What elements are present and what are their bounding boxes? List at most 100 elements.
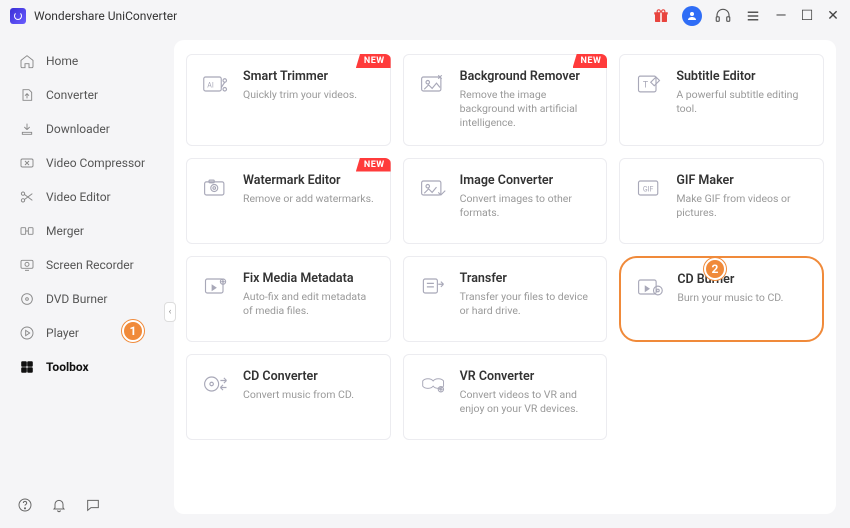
converter-icon xyxy=(18,86,36,104)
tools-panel: NEW AI Smart Trimmer Quickly trim your vide… xyxy=(174,40,836,514)
merge-icon xyxy=(18,222,36,240)
help-icon[interactable] xyxy=(16,496,34,514)
tool-icon: GIF xyxy=(634,173,664,203)
toolbox-icon xyxy=(18,358,36,376)
menu-icon[interactable] xyxy=(744,7,762,25)
tool-title: Watermark Editor xyxy=(243,173,378,188)
sidebar-item-label: Downloader xyxy=(46,122,110,136)
tool-desc: Quickly trim your videos. xyxy=(243,88,378,102)
tool-icon xyxy=(418,69,448,99)
sidebar-item-label: Merger xyxy=(46,224,84,238)
tool-desc: Make GIF from videos or pictures. xyxy=(676,192,811,220)
tool-card-gif-maker[interactable]: GIF GIF Maker Make GIF from videos or pict… xyxy=(619,158,824,244)
headset-icon[interactable] xyxy=(714,7,732,25)
tool-title: Fix Media Metadata xyxy=(243,271,378,286)
sidebar-item-label: Video Compressor xyxy=(46,156,145,170)
record-icon xyxy=(18,256,36,274)
sidebar-item-screen-recorder[interactable]: Screen Recorder xyxy=(4,249,166,281)
tool-desc: Convert videos to VR and enjoy on your V… xyxy=(460,388,595,416)
tool-icon xyxy=(201,271,231,301)
new-badge: NEW xyxy=(356,54,391,68)
sidebar-bottom xyxy=(0,496,170,520)
main-area: NEW AI Smart Trimmer Quickly trim your vide… xyxy=(170,32,850,528)
tool-icon: T xyxy=(634,69,664,99)
tool-card-cd-converter[interactable]: CD Converter Convert music from CD. xyxy=(186,354,391,440)
tool-card-smart-trimmer[interactable]: NEW AI Smart Trimmer Quickly trim your vide… xyxy=(186,54,391,146)
tool-card-vr-converter[interactable]: VR Converter Convert videos to VR and enj… xyxy=(403,354,608,440)
tool-title: Transfer xyxy=(460,271,595,286)
tool-title: CD Converter xyxy=(243,369,378,384)
sidebar-item-toolbox[interactable]: Toolbox xyxy=(4,351,166,383)
tool-title: Background Remover xyxy=(460,69,595,84)
download-icon xyxy=(18,120,36,138)
sidebar-item-label: Toolbox xyxy=(46,360,89,374)
sidebar-item-video-editor[interactable]: Video Editor xyxy=(4,181,166,213)
sidebar-item-label: Home xyxy=(46,54,78,68)
titlebar-right: — ☐ ✕ xyxy=(652,6,840,26)
tool-icon xyxy=(418,369,448,399)
play-icon xyxy=(18,324,36,342)
sidebar-item-downloader[interactable]: Downloader xyxy=(4,113,166,145)
sidebar-item-label: Player xyxy=(46,326,79,340)
tool-card-subtitle-editor[interactable]: T Subtitle Editor A powerful subtitle edit… xyxy=(619,54,824,146)
tool-title: CD Burner xyxy=(677,272,810,287)
window-close-button[interactable]: ✕ xyxy=(826,8,840,24)
tool-desc: Convert music from CD. xyxy=(243,388,378,402)
tool-title: Image Converter xyxy=(460,173,595,188)
tool-card-background-remover[interactable]: NEWBackground Remover Remove the image ba… xyxy=(403,54,608,146)
callout-1: 1 xyxy=(122,320,144,342)
gift-icon[interactable] xyxy=(652,7,670,25)
sidebar-item-merger[interactable]: Merger xyxy=(4,215,166,247)
scissors-icon xyxy=(18,188,36,206)
sidebar-item-label: DVD Burner xyxy=(46,292,107,306)
sidebar-item-dvd-burner[interactable]: DVD Burner xyxy=(4,283,166,315)
new-badge: NEW xyxy=(573,54,608,68)
tools-grid: NEW AI Smart Trimmer Quickly trim your vide… xyxy=(186,54,824,440)
tool-title: Smart Trimmer xyxy=(243,69,378,84)
sidebar-item-home[interactable]: Home xyxy=(4,45,166,77)
user-avatar-icon[interactable] xyxy=(682,6,702,26)
sidebar-item-label: Converter xyxy=(46,88,98,102)
disc-icon xyxy=(18,290,36,308)
svg-text:AI: AI xyxy=(207,82,214,90)
tool-title: GIF Maker xyxy=(676,173,811,188)
window-maximize-button[interactable]: ☐ xyxy=(800,8,814,24)
tool-icon xyxy=(635,272,665,302)
tool-desc: Remove or add watermarks. xyxy=(243,192,378,206)
tool-icon xyxy=(201,369,231,399)
app-logo xyxy=(10,8,26,24)
tool-icon: AI xyxy=(201,69,231,99)
feedback-icon[interactable] xyxy=(84,496,102,514)
compress-icon xyxy=(18,154,36,172)
tool-title: VR Converter xyxy=(460,369,595,384)
sidebar-item-converter[interactable]: Converter xyxy=(4,79,166,111)
tool-desc: Auto-fix and edit metadata of media file… xyxy=(243,290,378,318)
sidebar: Home Converter Downloader Video Compress… xyxy=(0,32,170,528)
tool-desc: Remove the image background with artific… xyxy=(460,88,595,131)
tool-card-transfer[interactable]: Transfer Transfer your files to device or… xyxy=(403,256,608,342)
tool-title: Subtitle Editor xyxy=(676,69,811,84)
tool-desc: Burn your music to CD. xyxy=(677,291,810,305)
tool-desc: A powerful subtitle editing tool. xyxy=(676,88,811,116)
tool-icon xyxy=(418,173,448,203)
titlebar: Wondershare UniConverter — ☐ ✕ xyxy=(0,0,850,32)
tool-card-fix-media-metadata[interactable]: Fix Media Metadata Auto-fix and edit meta… xyxy=(186,256,391,342)
svg-text:GIF: GIF xyxy=(643,185,654,193)
tool-icon xyxy=(418,271,448,301)
tool-card-image-converter[interactable]: Image Converter Convert images to other f… xyxy=(403,158,608,244)
window-minimize-button[interactable]: — xyxy=(774,8,788,24)
tool-icon xyxy=(201,173,231,203)
new-badge: NEW xyxy=(356,158,391,172)
tool-desc: Convert images to other formats. xyxy=(460,192,595,220)
svg-text:T: T xyxy=(643,81,649,91)
tool-card-watermark-editor[interactable]: NEWWatermark Editor Remove or add waterma… xyxy=(186,158,391,244)
sidebar-collapse-handle[interactable]: ‹ xyxy=(164,302,176,322)
sidebar-item-label: Video Editor xyxy=(46,190,111,204)
tool-desc: Transfer your files to device or hard dr… xyxy=(460,290,595,318)
sidebar-item-video-compressor[interactable]: Video Compressor xyxy=(4,147,166,179)
app-title: Wondershare UniConverter xyxy=(34,9,177,23)
callout-2: 2 xyxy=(704,258,726,280)
sidebar-item-label: Screen Recorder xyxy=(46,258,134,272)
home-icon xyxy=(18,52,36,70)
bell-icon[interactable] xyxy=(50,496,68,514)
